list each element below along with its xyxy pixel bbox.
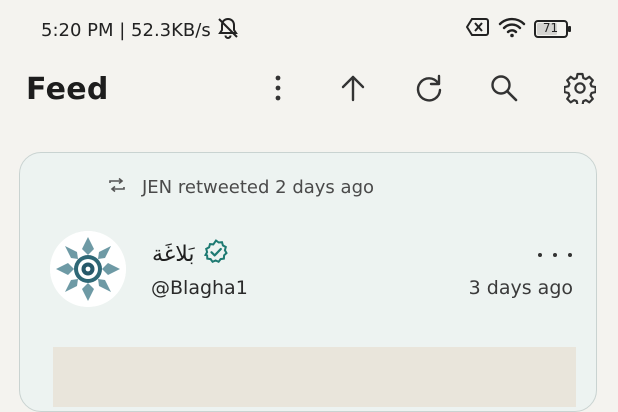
refresh-button[interactable] bbox=[409, 70, 449, 110]
page-title: Feed bbox=[26, 72, 109, 107]
post-card[interactable]: JEN retweeted 2 days ago بَلاغَة @Blagha… bbox=[19, 152, 597, 412]
post-time: 3 days ago bbox=[468, 277, 573, 299]
refresh-icon bbox=[414, 73, 444, 107]
status-right: 71 bbox=[465, 16, 572, 42]
battery-level: 71 bbox=[542, 21, 559, 35]
settings-icon bbox=[563, 72, 597, 108]
search-icon bbox=[489, 73, 519, 107]
scroll-top-button[interactable] bbox=[333, 70, 373, 110]
author-name-row: بَلاغَة bbox=[152, 239, 229, 269]
overflow-menu-icon bbox=[274, 74, 282, 106]
more-dot bbox=[538, 253, 542, 257]
status-bar: 5:20 PM | 52.3KB/s 71 bbox=[0, 0, 618, 56]
wifi-icon bbox=[498, 16, 526, 42]
battery-icon: 71 bbox=[534, 19, 572, 39]
muted-bell-icon bbox=[215, 16, 241, 45]
avatar[interactable] bbox=[50, 231, 126, 307]
display-name[interactable]: بَلاغَة bbox=[152, 242, 195, 267]
settings-button[interactable] bbox=[560, 70, 600, 110]
sim-error-icon bbox=[465, 17, 490, 41]
overflow-menu-button[interactable] bbox=[258, 70, 298, 110]
more-dot bbox=[553, 253, 557, 257]
search-button[interactable] bbox=[484, 70, 524, 110]
app-bar: Feed bbox=[0, 62, 618, 118]
author-handle[interactable]: @Blagha1 bbox=[151, 277, 248, 299]
status-left: 5:20 PM | 52.3KB/s bbox=[41, 16, 241, 45]
retweet-text: JEN retweeted 2 days ago bbox=[142, 177, 375, 198]
status-time-speed: 5:20 PM | 52.3KB/s bbox=[41, 20, 211, 41]
scroll-top-icon bbox=[338, 73, 368, 107]
verified-badge-icon bbox=[203, 239, 229, 269]
retweet-row: JEN retweeted 2 days ago bbox=[108, 177, 374, 198]
post-media-image[interactable] bbox=[53, 347, 576, 407]
post-more-button[interactable] bbox=[538, 245, 572, 265]
retweet-icon bbox=[108, 177, 126, 198]
more-dot bbox=[568, 253, 572, 257]
